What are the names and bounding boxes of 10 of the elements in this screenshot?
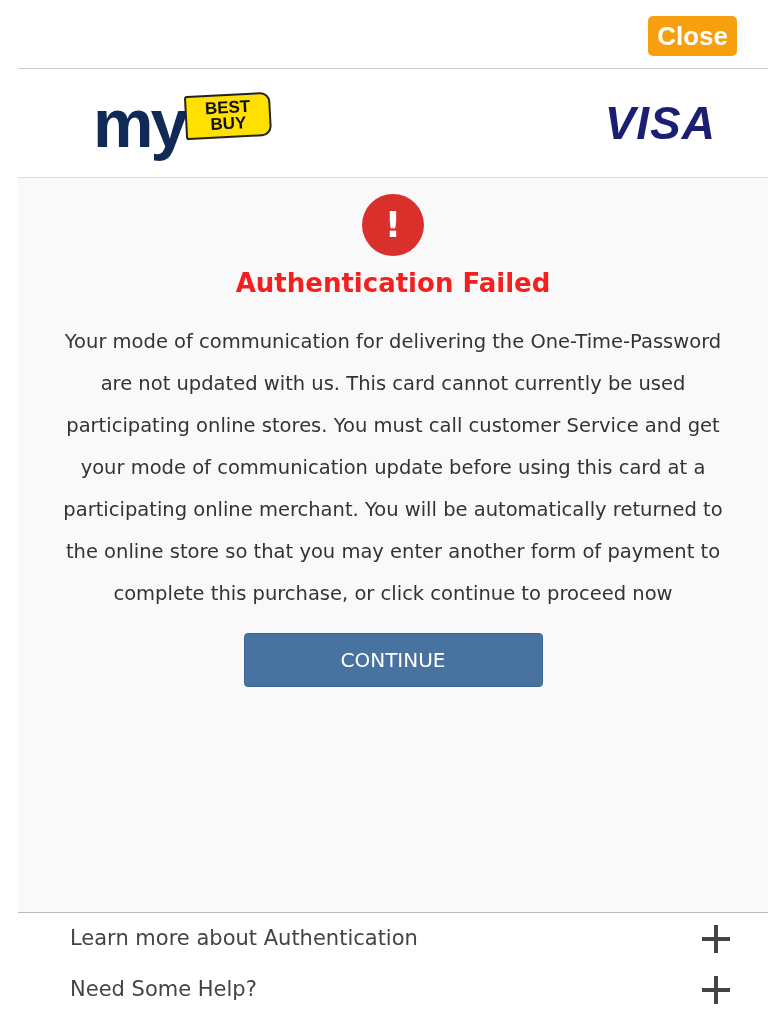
- plus-icon[interactable]: [700, 922, 732, 955]
- accordion-label: Need Some Help?: [70, 976, 257, 1004]
- continue-button[interactable]: CONTINUE: [243, 633, 543, 687]
- card-network-logo: VISA: [604, 95, 716, 151]
- error-message: Your mode of communication for delivering the One-Time-Password are not updated with us. This card cannot currently be used participating online stores. You must call customer Service and get your mode of communication update before using this card at a participating online merchant. You will be automatically returned to the online store so that you may enter another form of payment to complete this purchase, or click continue to proceed now: [62, 329, 724, 607]
- plus-icon[interactable]: [700, 974, 732, 1006]
- accordion-header[interactable]: Learn more about Authentication: [18, 912, 768, 964]
- accordion-label: Learn more about Authentication: [70, 924, 418, 952]
- accordion-header[interactable]: Need Some Help?: [18, 964, 768, 1016]
- error-title: Authentication Failed: [234, 267, 552, 300]
